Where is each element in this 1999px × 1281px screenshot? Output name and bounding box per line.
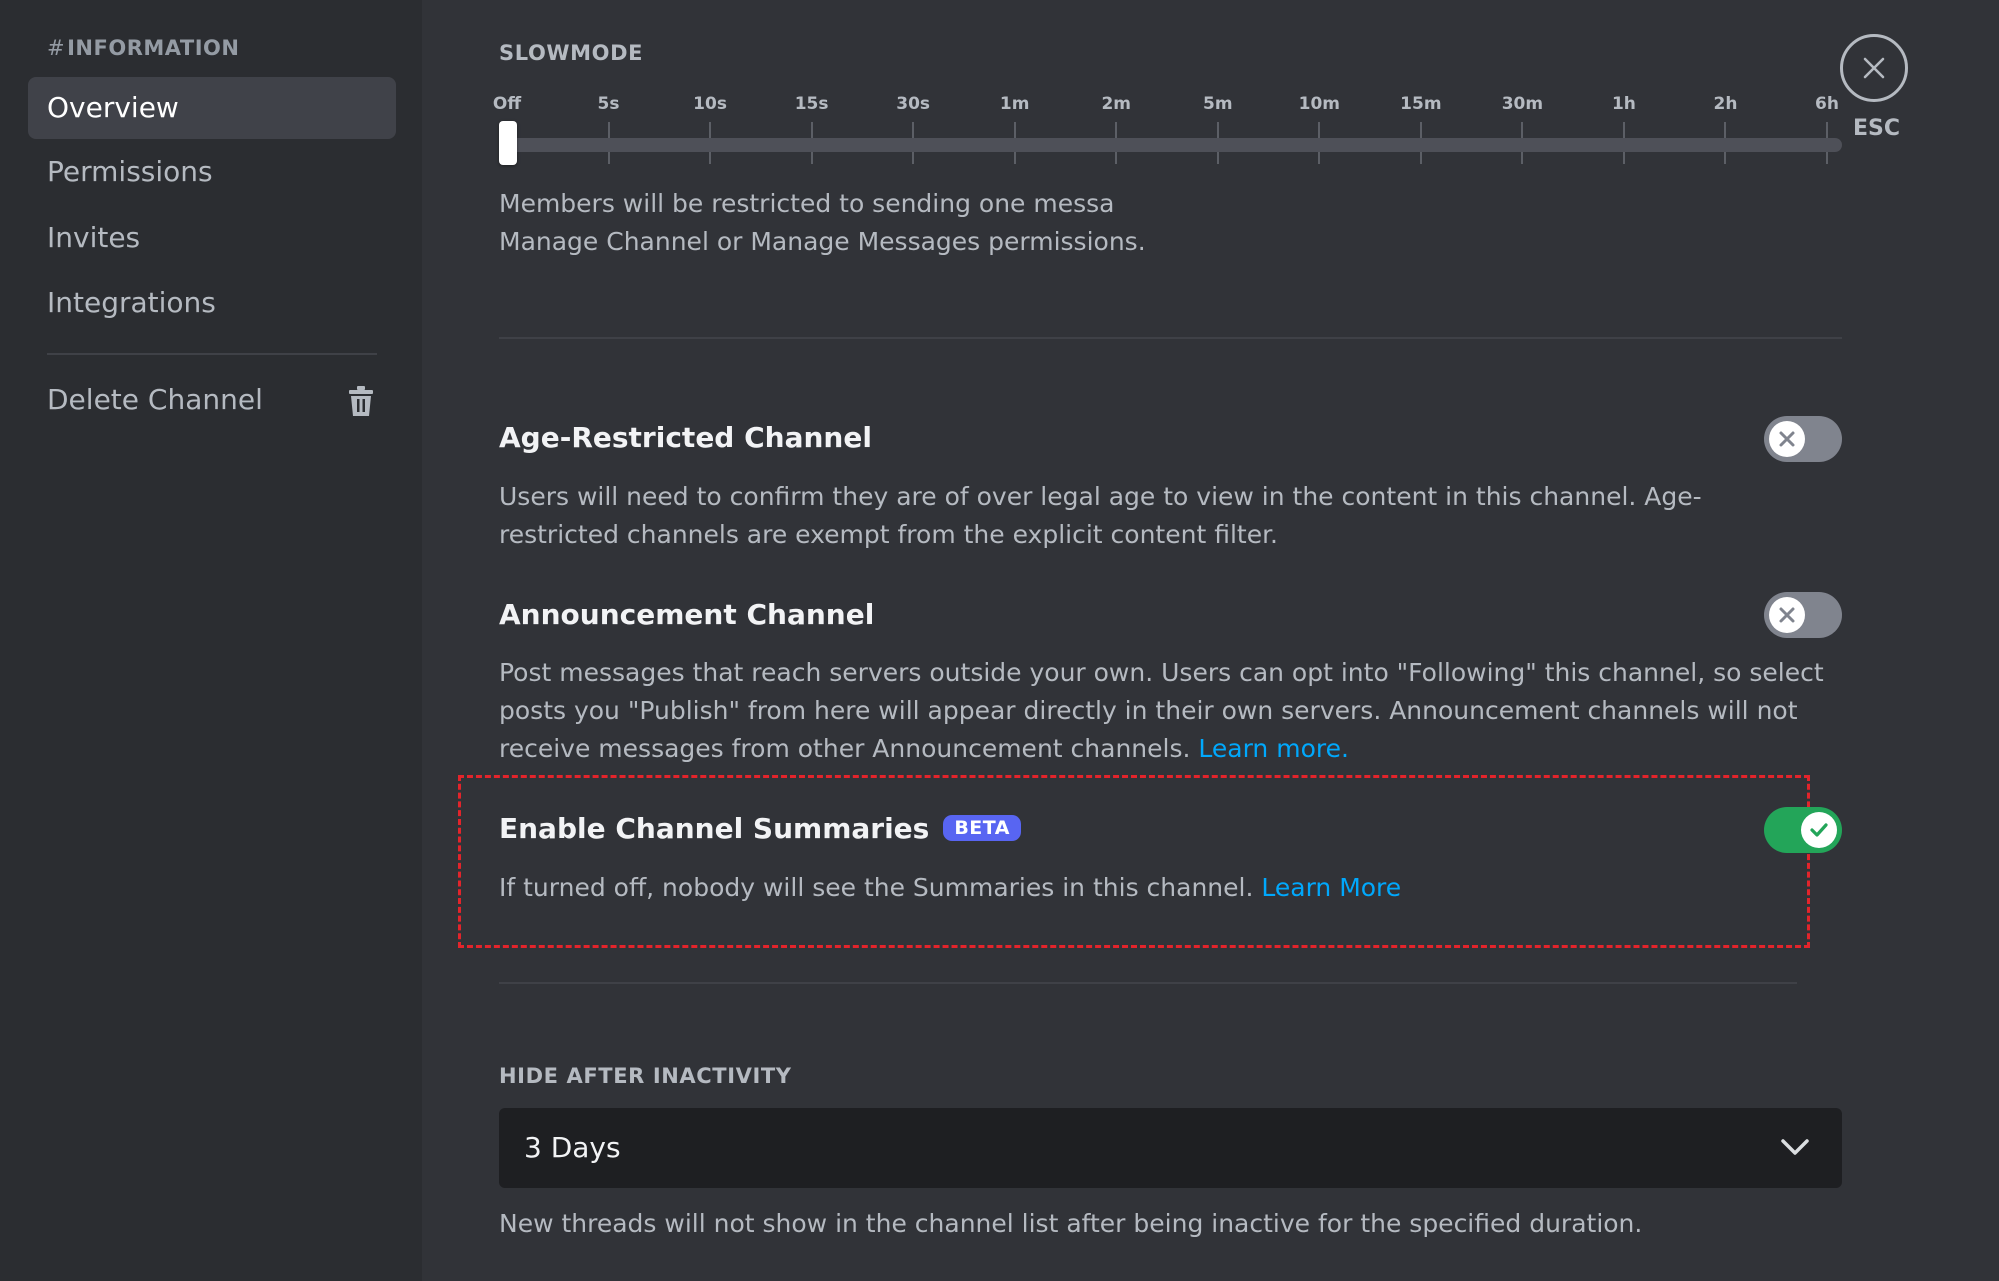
slowmode-title: SLOWMODE — [499, 41, 644, 65]
sidebar-divider — [47, 353, 377, 355]
highlight-box — [458, 775, 1810, 948]
sidebar-header: #INFORMATION — [47, 36, 239, 60]
slowmode-slider-handle[interactable] — [499, 121, 517, 165]
chevron-down-icon — [1781, 1139, 1809, 1155]
toggle-knob — [1769, 421, 1805, 457]
channel-hash-icon: # — [47, 36, 66, 60]
announcement-description: Post messages that reach servers outside… — [499, 654, 1849, 768]
toggle-knob — [1769, 597, 1805, 633]
close-button[interactable] — [1840, 34, 1908, 102]
slowmode-tick-label[interactable]: 2h — [1713, 94, 1737, 114]
toggle-knob — [1801, 812, 1837, 848]
summaries-toggle[interactable] — [1764, 807, 1842, 853]
x-icon — [1779, 607, 1795, 623]
summaries-description-text: If turned off, nobody will see the Summa… — [499, 873, 1254, 902]
slowmode-tick-label[interactable]: 5s — [598, 94, 620, 114]
summaries-title-text: Enable Channel Summaries — [499, 812, 930, 845]
announcement-toggle[interactable] — [1764, 592, 1842, 638]
slowmode-tick-label[interactable]: 10m — [1299, 94, 1340, 114]
delete-channel-label: Delete Channel — [47, 383, 263, 416]
sidebar-header-label: INFORMATION — [67, 36, 240, 60]
summaries-title: Enable Channel Summaries BETA — [499, 812, 1021, 845]
settings-sidebar: #INFORMATION Overview Permissions Invite… — [0, 0, 422, 1281]
announcement-title: Announcement Channel — [499, 598, 875, 631]
summaries-description: If turned off, nobody will see the Summa… — [499, 869, 1799, 907]
slowmode-tick-label[interactable]: 6h — [1815, 94, 1839, 114]
inactivity-select-value: 3 Days — [524, 1131, 621, 1164]
age-restricted-toggle[interactable] — [1764, 416, 1842, 462]
hide-after-inactivity-title: HIDE AFTER INACTIVITY — [499, 1064, 792, 1088]
slowmode-tick-label[interactable]: 10s — [693, 94, 727, 114]
x-icon — [1779, 431, 1795, 447]
slowmode-description-line1: Members will be restricted to sending on… — [499, 189, 1115, 218]
check-icon — [1810, 823, 1828, 837]
age-restricted-description: Users will need to confirm they are of o… — [499, 482, 1702, 549]
slowmode-tick-label[interactable]: 30s — [896, 94, 930, 114]
slowmode-description-line2: Manage Channel or Manage Messages permis… — [499, 227, 1146, 256]
section-divider — [499, 982, 1797, 984]
sidebar-item-permissions[interactable]: Permissions — [28, 141, 396, 203]
slowmode-tick-label[interactable]: Off — [493, 94, 521, 114]
close-icon — [1863, 57, 1885, 79]
inactivity-select[interactable]: 3 Days — [499, 1108, 1842, 1188]
slowmode-tick-label[interactable]: 15s — [795, 94, 829, 114]
slowmode-description: Members will be restricted to sending on… — [499, 185, 1859, 261]
announcement-description-text: Post messages that reach servers outside… — [499, 658, 1824, 763]
slowmode-tick-label[interactable]: 1h — [1612, 94, 1636, 114]
sidebar-item-integrations[interactable]: Integrations — [28, 272, 396, 334]
slowmode-tick-label[interactable]: 15m — [1400, 94, 1441, 114]
sidebar-item-overview[interactable]: Overview — [28, 77, 396, 139]
slowmode-tick-label[interactable]: 2m — [1101, 94, 1131, 114]
slowmode-tick-label[interactable]: 30m — [1502, 94, 1543, 114]
inactivity-description: New threads will not show in the channel… — [499, 1209, 1643, 1238]
trash-icon[interactable] — [349, 386, 373, 416]
announcement-learn-more-link[interactable]: Learn more. — [1198, 734, 1349, 763]
section-divider — [499, 337, 1842, 339]
sidebar-item-invites[interactable]: Invites — [28, 207, 396, 269]
esc-label: ESC — [1853, 116, 1901, 141]
beta-badge: BETA — [943, 815, 1021, 841]
settings-main: SLOWMODE Off 5s 10s 15s 30s 1m 2m 5m 10m 15m 30m 1h… — [422, 0, 1999, 1281]
slowmode-slider-track[interactable] — [499, 138, 1842, 152]
slowmode-tick-label[interactable]: 5m — [1203, 94, 1233, 114]
slowmode-ticks: Off 5s 10s 15s 30s 1m 2m 5m 10m 15m 30m 1h 2h 6h — [493, 94, 1889, 174]
summaries-learn-more-link[interactable]: Learn More — [1261, 873, 1401, 902]
age-restricted-title: Age-Restricted Channel — [499, 421, 872, 454]
slowmode-tick-label[interactable]: 1m — [1000, 94, 1030, 114]
delete-channel-button[interactable]: Delete Channel — [28, 369, 358, 431]
